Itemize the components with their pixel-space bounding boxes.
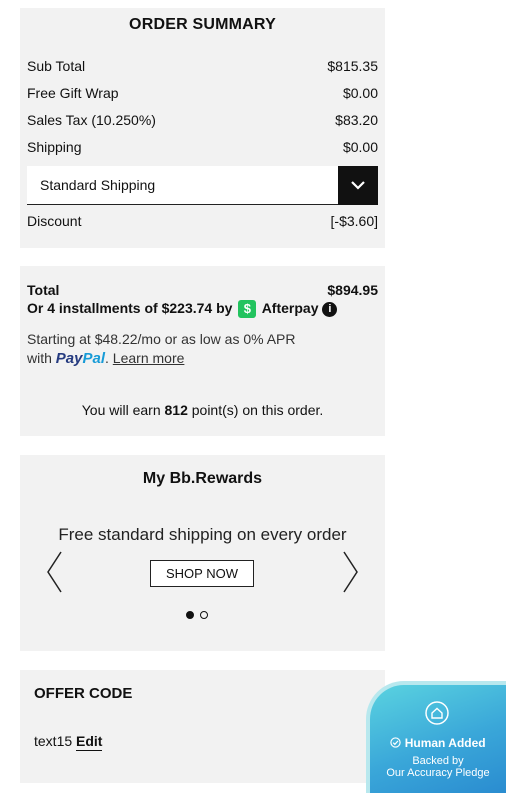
afterpay-label: Afterpay [261,300,319,316]
info-icon[interactable]: i [322,301,338,317]
order-summary-title: ORDER SUMMARY [129,16,276,33]
learn-more-link[interactable]: Learn more [113,350,185,366]
badge-line1: Human Added [404,736,486,750]
offer-code-title: OFFER CODE [34,685,133,702]
check-circle-icon [390,737,402,748]
row-label: Sales Tax (10.250%) [27,112,156,128]
row-label: Discount [27,213,82,229]
total-value: $894.95 [327,282,378,298]
paypal-logo-pay: Pay [55,350,83,367]
subtotal-row: Sub Total $815.35 [27,58,378,78]
paypal-line: Starting at $48.22/mo or as low as 0% AP… [27,331,296,347]
offer-code-panel: OFFER CODE text15 Edit [20,670,385,783]
points-earn-message: You will earn 812 point(s) on this order… [20,402,385,418]
earn-points: 812 [164,402,188,418]
order-total-panel: Total $894.95 Or 4 installments of $223.… [20,266,385,436]
row-value: $83.20 [335,112,378,128]
row-label: Free Gift Wrap [27,85,119,101]
sales-tax-row: Sales Tax (10.250%) $83.20 [27,112,378,132]
carousel-next-arrow-icon[interactable] [340,550,360,594]
shipping-method-select[interactable]: Standard Shipping [27,166,378,205]
badge-headline: Human Added [370,736,506,750]
rewards-message: Free standard shipping on every order [58,525,347,544]
total-row: Total $894.95 [27,282,378,298]
row-value: $0.00 [342,139,378,155]
row-value: $0.00 [342,85,378,101]
gift-wrap-row: Free Gift Wrap $0.00 [27,85,378,105]
dropdown-toggle-button[interactable] [338,166,378,205]
paypal-with: with [27,350,52,366]
order-summary-panel: ORDER SUMMARY Sub Total $815.35 Free Gif… [20,8,385,248]
carousel-dot-active[interactable] [186,611,194,619]
carousel-dot[interactable] [200,611,208,619]
paypal-logo: PayPal [56,350,105,367]
total-label: Total [27,282,60,298]
paypal-logo-pal: Pal [82,350,106,367]
badge-line3: Our Accuracy Pledge [386,767,490,779]
carousel-prev-arrow-icon[interactable] [45,550,65,594]
shop-now-button[interactable]: SHOP NOW [150,560,254,587]
badge-subtext: Backed by Our Accuracy Pledge [370,755,506,779]
installments-text: Or 4 installments of $223.74 by [27,300,233,316]
edit-offer-link[interactable]: Edit [76,733,103,751]
earn-suffix: point(s) on this order. [191,402,324,418]
afterpay-icon: $ [238,300,257,319]
rewards-panel: My Bb.Rewards Free standard shipping on … [20,455,385,651]
offer-code-row: text15 Edit [34,733,103,751]
earn-prefix: You will earn [81,402,161,418]
row-label: Sub Total [27,58,86,74]
home-icon [425,701,449,725]
row-value: [-$3.60] [330,213,378,229]
row-label: Shipping [27,139,82,155]
rewards-title: My Bb.Rewards [142,470,263,487]
paypal-financing: Starting at $48.22/mo or as low as 0% AP… [27,331,296,367]
row-value: $815.35 [327,58,378,74]
carousel-dots [186,606,214,624]
discount-row: Discount [-$3.60] [27,213,378,233]
chevron-down-icon [351,181,365,190]
shipping-row: Shipping $0.00 [27,139,378,159]
afterpay-installments: Or 4 installments of $223.74 by $ Afterp… [27,300,338,319]
offer-code-value: text15 [34,733,73,749]
shipping-method-value: Standard Shipping [40,177,156,193]
badge-line2: Backed by [412,755,464,767]
human-added-badge[interactable]: Human Added Backed by Our Accuracy Pledg… [366,681,506,793]
